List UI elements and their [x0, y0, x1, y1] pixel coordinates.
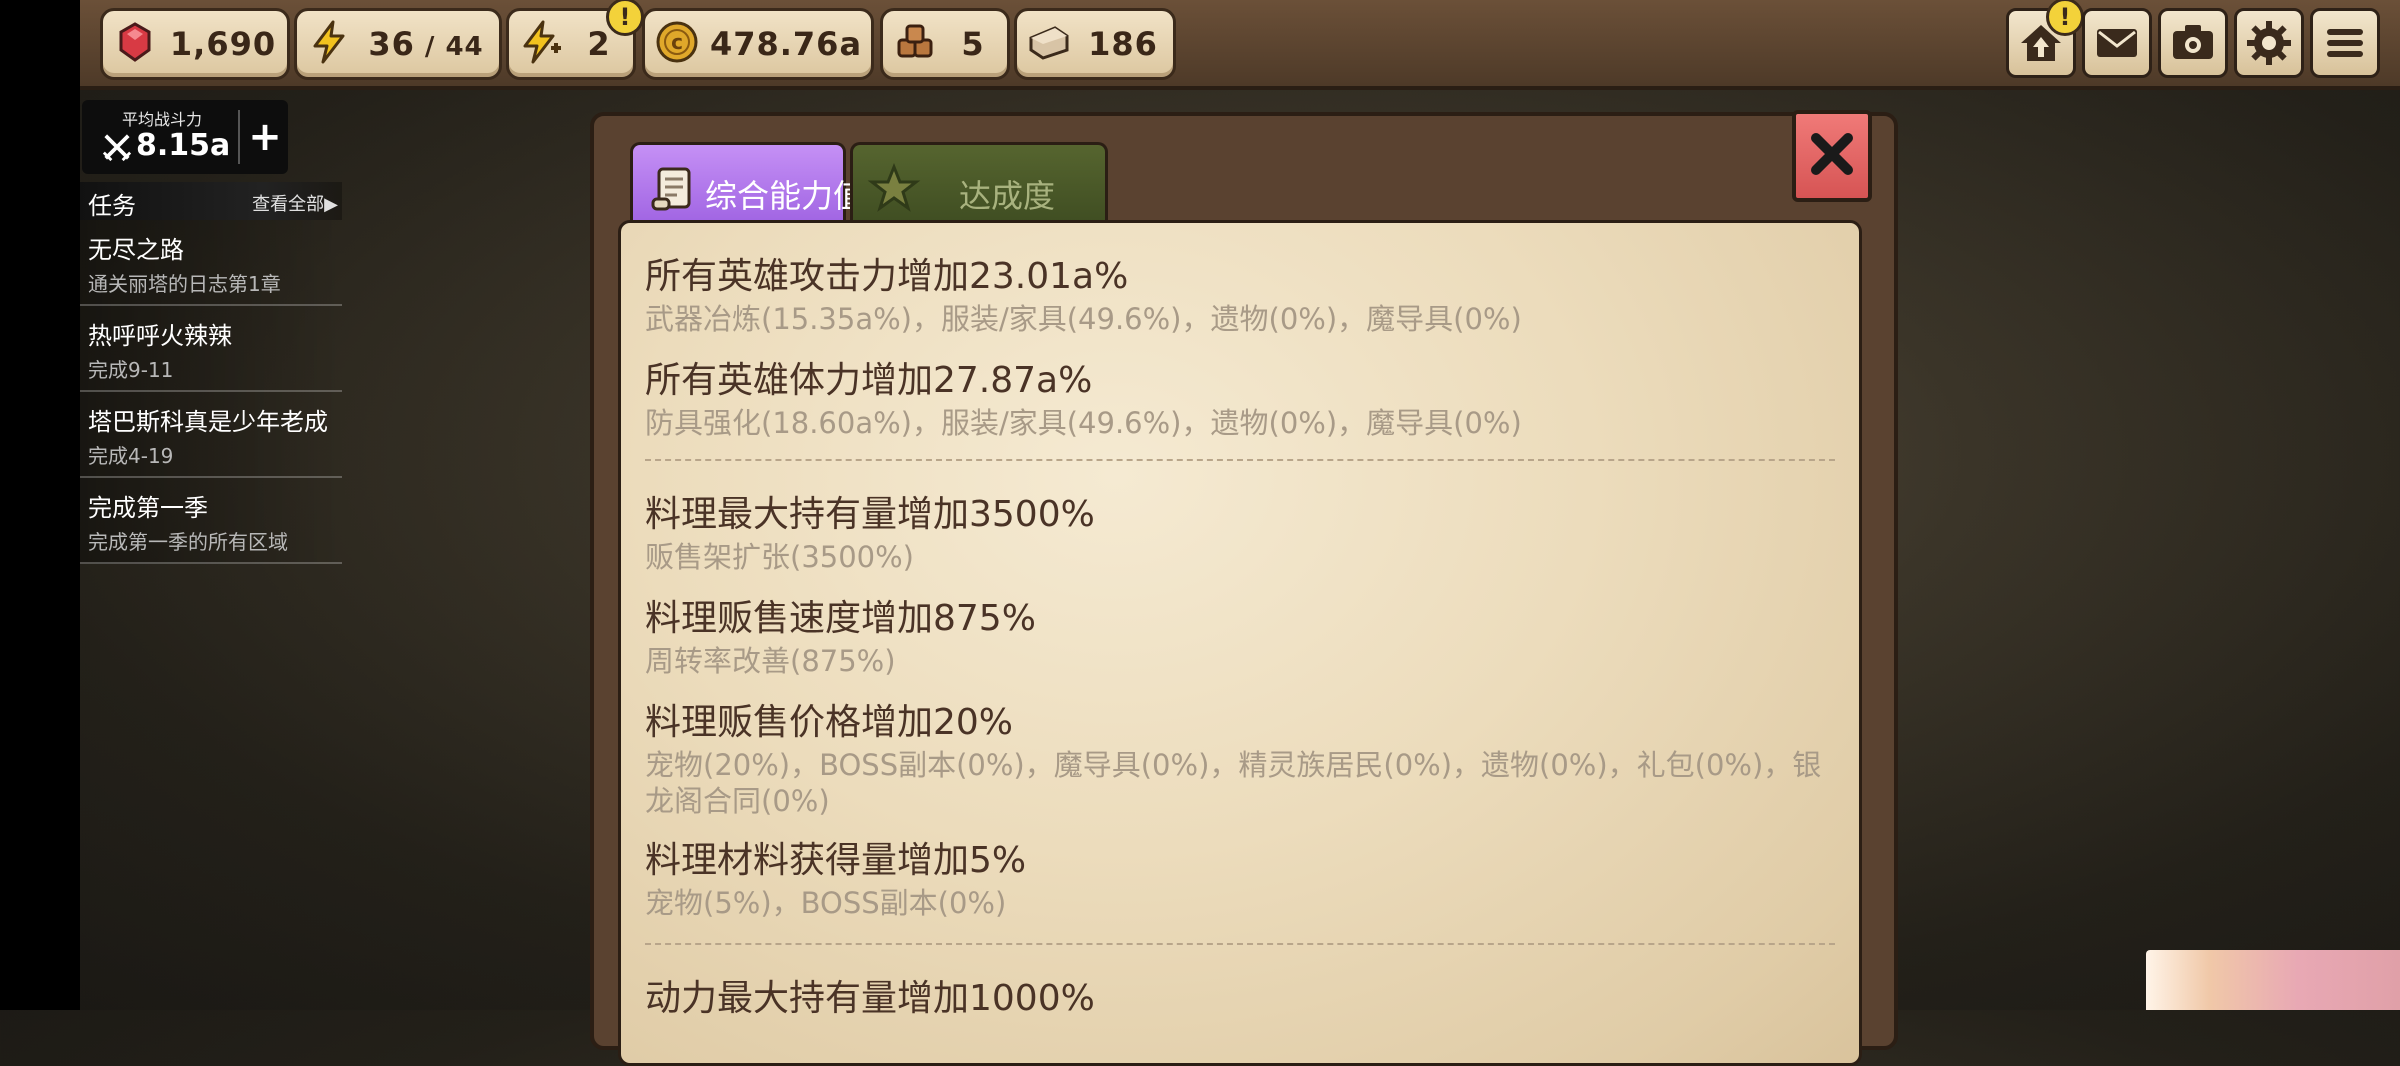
video-thumbnail-preview[interactable] [2146, 950, 2400, 1010]
mail-button[interactable] [2082, 8, 2152, 78]
stat-detail: 贩售架扩张(3500%) [645, 540, 914, 574]
stat-title: 所有英雄体力增加27.87a% [645, 360, 1093, 401]
stone-block-icon [1029, 26, 1069, 60]
power-separator [238, 110, 240, 164]
view-all-link[interactable]: 查看全部▶ [252, 190, 338, 216]
mail-icon [2097, 29, 2137, 57]
quest-item[interactable]: 热呼呼火辣辣 完成9-11 [80, 306, 342, 392]
gem-value: 1,690 [169, 25, 277, 63]
camera-button[interactable] [2158, 8, 2228, 78]
quest-desc: 完成9-11 [88, 358, 174, 382]
quest-desc: 完成第一季的所有区域 [88, 530, 288, 554]
svg-text:c: c [671, 30, 683, 54]
energy-counter[interactable]: 36 / 44 [294, 8, 502, 80]
wood-counter[interactable]: 5 [880, 8, 1010, 80]
quest-item[interactable]: 无尽之路 通关丽塔的日志第1章 [80, 220, 342, 306]
quest-desc: 通关丽塔的日志第1章 [88, 272, 281, 296]
quest-desc: 完成4-19 [88, 444, 174, 468]
quest-title: 任务 [88, 192, 136, 220]
lightning-plus-icon [523, 20, 561, 64]
quest-header: 任务 查看全部▶ [80, 182, 342, 220]
gold-counter[interactable]: c 478.76a [642, 8, 874, 80]
stats-dialog: 综合能力值 达成度 所有英雄攻击力增加23.01a% 武器冶炼(15.35a%)… [590, 110, 1898, 1066]
quest-panel: 任务 查看全部▶ 无尽之路 通关丽塔的日志第1章 热呼呼火辣辣 完成9-11 塔… [80, 182, 342, 564]
power-label: 平均战斗力 [121, 110, 202, 129]
quest-name: 无尽之路 [88, 236, 184, 264]
stat-detail: 防具强化(18.60a%)，服装/家具(49.6%)，遗物(0%)，魔导具(0%… [645, 406, 1522, 440]
settings-gear-icon [2247, 21, 2291, 65]
section-divider [645, 459, 1835, 461]
stat-title: 料理贩售速度增加875% [645, 598, 1036, 639]
stat-entry: 料理最大持有量增加3500% 贩售架扩张(3500%) [645, 485, 1845, 575]
stat-entry: 料理材料获得量增加5% 宠物(5%)，BOSS副本(0%) [645, 831, 1845, 921]
boost-alert-badge: ! [606, 0, 644, 36]
stat-detail: 武器冶炼(15.35a%)，服装/家具(49.6%)，遗物(0%)，魔导具(0%… [645, 302, 1522, 336]
lightning-icon [313, 20, 345, 64]
stat-entry: 所有英雄体力增加27.87a% 防具强化(18.60a%)，服装/家具(49.6… [645, 351, 1845, 441]
quest-name: 热呼呼火辣辣 [88, 322, 232, 350]
stat-title: 料理最大持有量增加3500% [645, 494, 1095, 535]
gem-icon [119, 22, 151, 62]
stat-title: 动力最大持有量增加1000% [645, 978, 1095, 1019]
energy-value: 36 / 44 [361, 11, 491, 77]
star-icon [867, 162, 921, 212]
stat-title: 料理材料获得量增加5% [645, 840, 1027, 881]
tab-label: 达成度 [959, 177, 1056, 215]
home-alert-badge: ! [2046, 0, 2084, 36]
stat-detail: 宠物(5%)，BOSS副本(0%) [645, 886, 1007, 920]
resource-bar: 1,690 36 / 44 2 ! c 478.76a 5 186 ! [80, 0, 2400, 90]
camera-icon [2173, 25, 2213, 59]
power-value: 8.15a [136, 128, 231, 163]
average-power-panel: 平均战斗力 8.15a + [82, 100, 288, 174]
quest-name: 塔巴斯科真是少年老成 [88, 408, 328, 436]
wood-logs-icon [897, 24, 933, 58]
quest-item[interactable]: 完成第一季 完成第一季的所有区域 [80, 478, 342, 564]
stat-title: 料理贩售价格增加20% [645, 702, 1014, 743]
stat-detail: 周转率改善(875%) [645, 644, 896, 678]
quest-name: 完成第一季 [88, 494, 208, 522]
stats-list[interactable]: 所有英雄攻击力增加23.01a% 武器冶炼(15.35a%)，服装/家具(49.… [618, 220, 1862, 1066]
crossed-swords-icon [102, 134, 132, 162]
energy-max: 44 [445, 32, 484, 62]
scroll-icon [651, 167, 691, 211]
stat-entry: 料理贩售速度增加875% 周转率改善(875%) [645, 589, 1845, 679]
gold-coin-icon: c [656, 21, 698, 63]
tab-label: 综合能力值 [705, 177, 866, 215]
gold-value: 478.76a [709, 25, 863, 63]
section-divider [645, 943, 1835, 945]
stone-counter[interactable]: 186 [1014, 8, 1176, 80]
stat-detail: 宠物(20%)，BOSS副本(0%)，魔导具(0%)，精灵族居民(0%)，遗物(… [645, 748, 1822, 818]
stat-entry: 料理贩售价格增加20% 宠物(20%)，BOSS副本(0%)，魔导具(0%)，精… [645, 693, 1845, 819]
stone-value: 186 [1088, 25, 1158, 63]
energy-separator: / [414, 32, 446, 62]
menu-icon [2327, 29, 2363, 57]
stat-entry: 动力最大持有量增加1000% [645, 969, 1845, 1023]
energy-current: 36 [368, 25, 415, 63]
settings-button[interactable] [2234, 8, 2304, 78]
wood-value: 5 [961, 25, 985, 63]
quest-item[interactable]: 塔巴斯科真是少年老成 完成4-19 [80, 392, 342, 478]
gem-counter[interactable]: 1,690 [100, 8, 290, 80]
close-icon [1811, 133, 1853, 175]
stat-entry: 所有英雄攻击力增加23.01a% 武器冶炼(15.35a%)，服装/家具(49.… [645, 247, 1845, 337]
power-plus-button[interactable]: + [246, 104, 284, 170]
menu-button[interactable] [2310, 8, 2380, 78]
stat-title: 所有英雄攻击力增加23.01a% [645, 256, 1129, 297]
left-black-bar [0, 0, 80, 1010]
close-button[interactable] [1792, 110, 1872, 202]
